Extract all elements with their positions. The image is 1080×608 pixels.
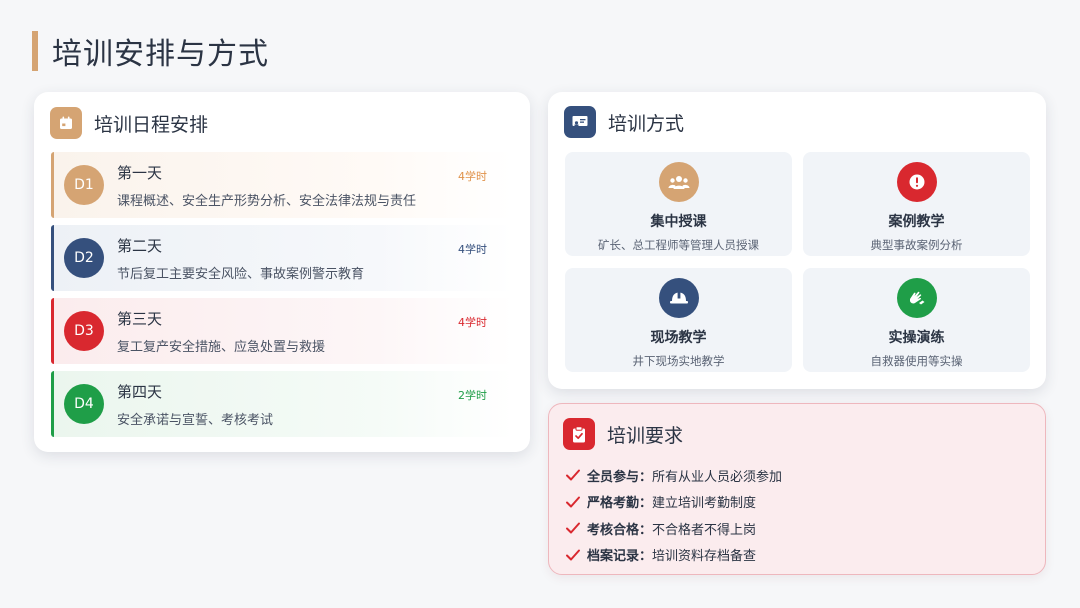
requirement-key: 档案记录： [587,549,653,565]
clipboard-check-icon [563,418,595,450]
schedule-day-4: D4 第四天 安全承诺与宣誓、考核考试 2学时 [51,371,513,437]
day-badge: D1 [64,165,104,205]
requirement-key: 考核合格： [587,522,653,538]
alert-icon [896,162,937,202]
check-icon [566,496,580,508]
day-badge: D3 [64,311,104,351]
hardhat-icon [658,278,699,318]
day-hours: 4学时 [458,316,487,329]
method-tile-drill: 实操演练 自救器使用等实操 [803,268,1030,372]
users-icon [658,162,699,202]
method-tile-lecture: 集中授课 矿长、总工程师等管理人员授课 [565,152,792,256]
day-description: 复工复产安全措施、应急处置与救援 [117,339,326,355]
requirement-item: 全员参与： 所有从业人员必须参加 [565,462,782,489]
requirement-item: 考核合格： 不合格者不得上岗 [565,515,782,542]
day-name: 第四天 [117,382,163,401]
classroom-icon [564,106,596,138]
method-description: 典型事故案例分析 [870,238,963,252]
schedule-card-header: 培训日程安排 [50,107,208,139]
page-header: 培训安排与方式 [32,30,269,72]
day-name: 第一天 [117,163,163,182]
requirement-key: 全员参与： [587,469,653,485]
day-description: 课程概述、安全生产形势分析、安全法律法规与责任 [117,193,417,209]
methods-card-header: 培训方式 [564,106,684,138]
requirement-value: 建立培训考勤制度 [652,496,757,512]
page-title: 培训安排与方式 [52,37,269,72]
day-description: 节后复工主要安全风险、事故案例警示教育 [117,266,365,282]
title-accent-bar [32,31,38,71]
hands-icon [896,278,937,318]
check-icon [566,469,580,481]
requirements-title: 培训要求 [607,424,684,447]
requirement-value: 所有从业人员必须参加 [652,469,783,485]
requirement-value: 不合格者不得上岗 [652,522,757,538]
requirement-item: 严格考勤： 建立培训考勤制度 [565,489,782,516]
method-description: 矿长、总工程师等管理人员授课 [598,238,759,252]
schedule-title: 培训日程安排 [94,113,209,136]
day-description: 安全承诺与宣誓、考核考试 [117,412,274,428]
day-hours: 4学时 [458,243,487,256]
requirement-item: 档案记录： 培训资料存档备查 [565,542,782,569]
method-description: 自救器使用等实操 [870,354,963,368]
method-tile-case-study: 案例教学 典型事故案例分析 [803,152,1030,256]
requirement-value: 培训资料存档备查 [652,549,757,565]
day-badge: D4 [64,384,104,424]
method-title: 现场教学 [650,330,707,346]
day-badge: D2 [64,238,104,278]
schedule-day-2: D2 第二天 节后复工主要安全风险、事故案例警示教育 4学时 [51,225,513,291]
check-icon [566,549,580,561]
day-hours: 2学时 [458,389,487,402]
methods-card: 培训方式 集中授课 矿长、总工程师等管理人员授课 案例教学 典型事故案例分析 现… [548,92,1046,389]
day-hours: 4学时 [458,170,487,183]
method-tile-onsite: 现场教学 井下现场实地教学 [565,268,792,372]
requirements-list: 全员参与： 所有从业人员必须参加 严格考勤： 建立培训考勤制度 考核合格： 不合… [565,462,782,568]
day-name: 第三天 [117,309,163,328]
method-title: 集中授课 [650,214,707,230]
check-icon [566,522,580,534]
requirements-card: 培训要求 全员参与： 所有从业人员必须参加 严格考勤： 建立培训考勤制度 考核合… [548,403,1046,575]
methods-title: 培训方式 [608,112,685,135]
requirements-card-header: 培训要求 [563,418,683,450]
schedule-day-3: D3 第三天 复工复产安全措施、应急处置与救援 4学时 [51,298,513,364]
calendar-icon [50,107,82,139]
schedule-card: 培训日程安排 D1 第一天 课程概述、安全生产形势分析、安全法律法规与责任 4学… [34,92,530,452]
schedule-day-1: D1 第一天 课程概述、安全生产形势分析、安全法律法规与责任 4学时 [51,152,513,218]
method-title: 实操演练 [888,330,945,346]
requirement-key: 严格考勤： [587,496,653,512]
method-title: 案例教学 [888,214,945,230]
day-name: 第二天 [117,236,163,255]
method-description: 井下现场实地教学 [632,354,725,368]
